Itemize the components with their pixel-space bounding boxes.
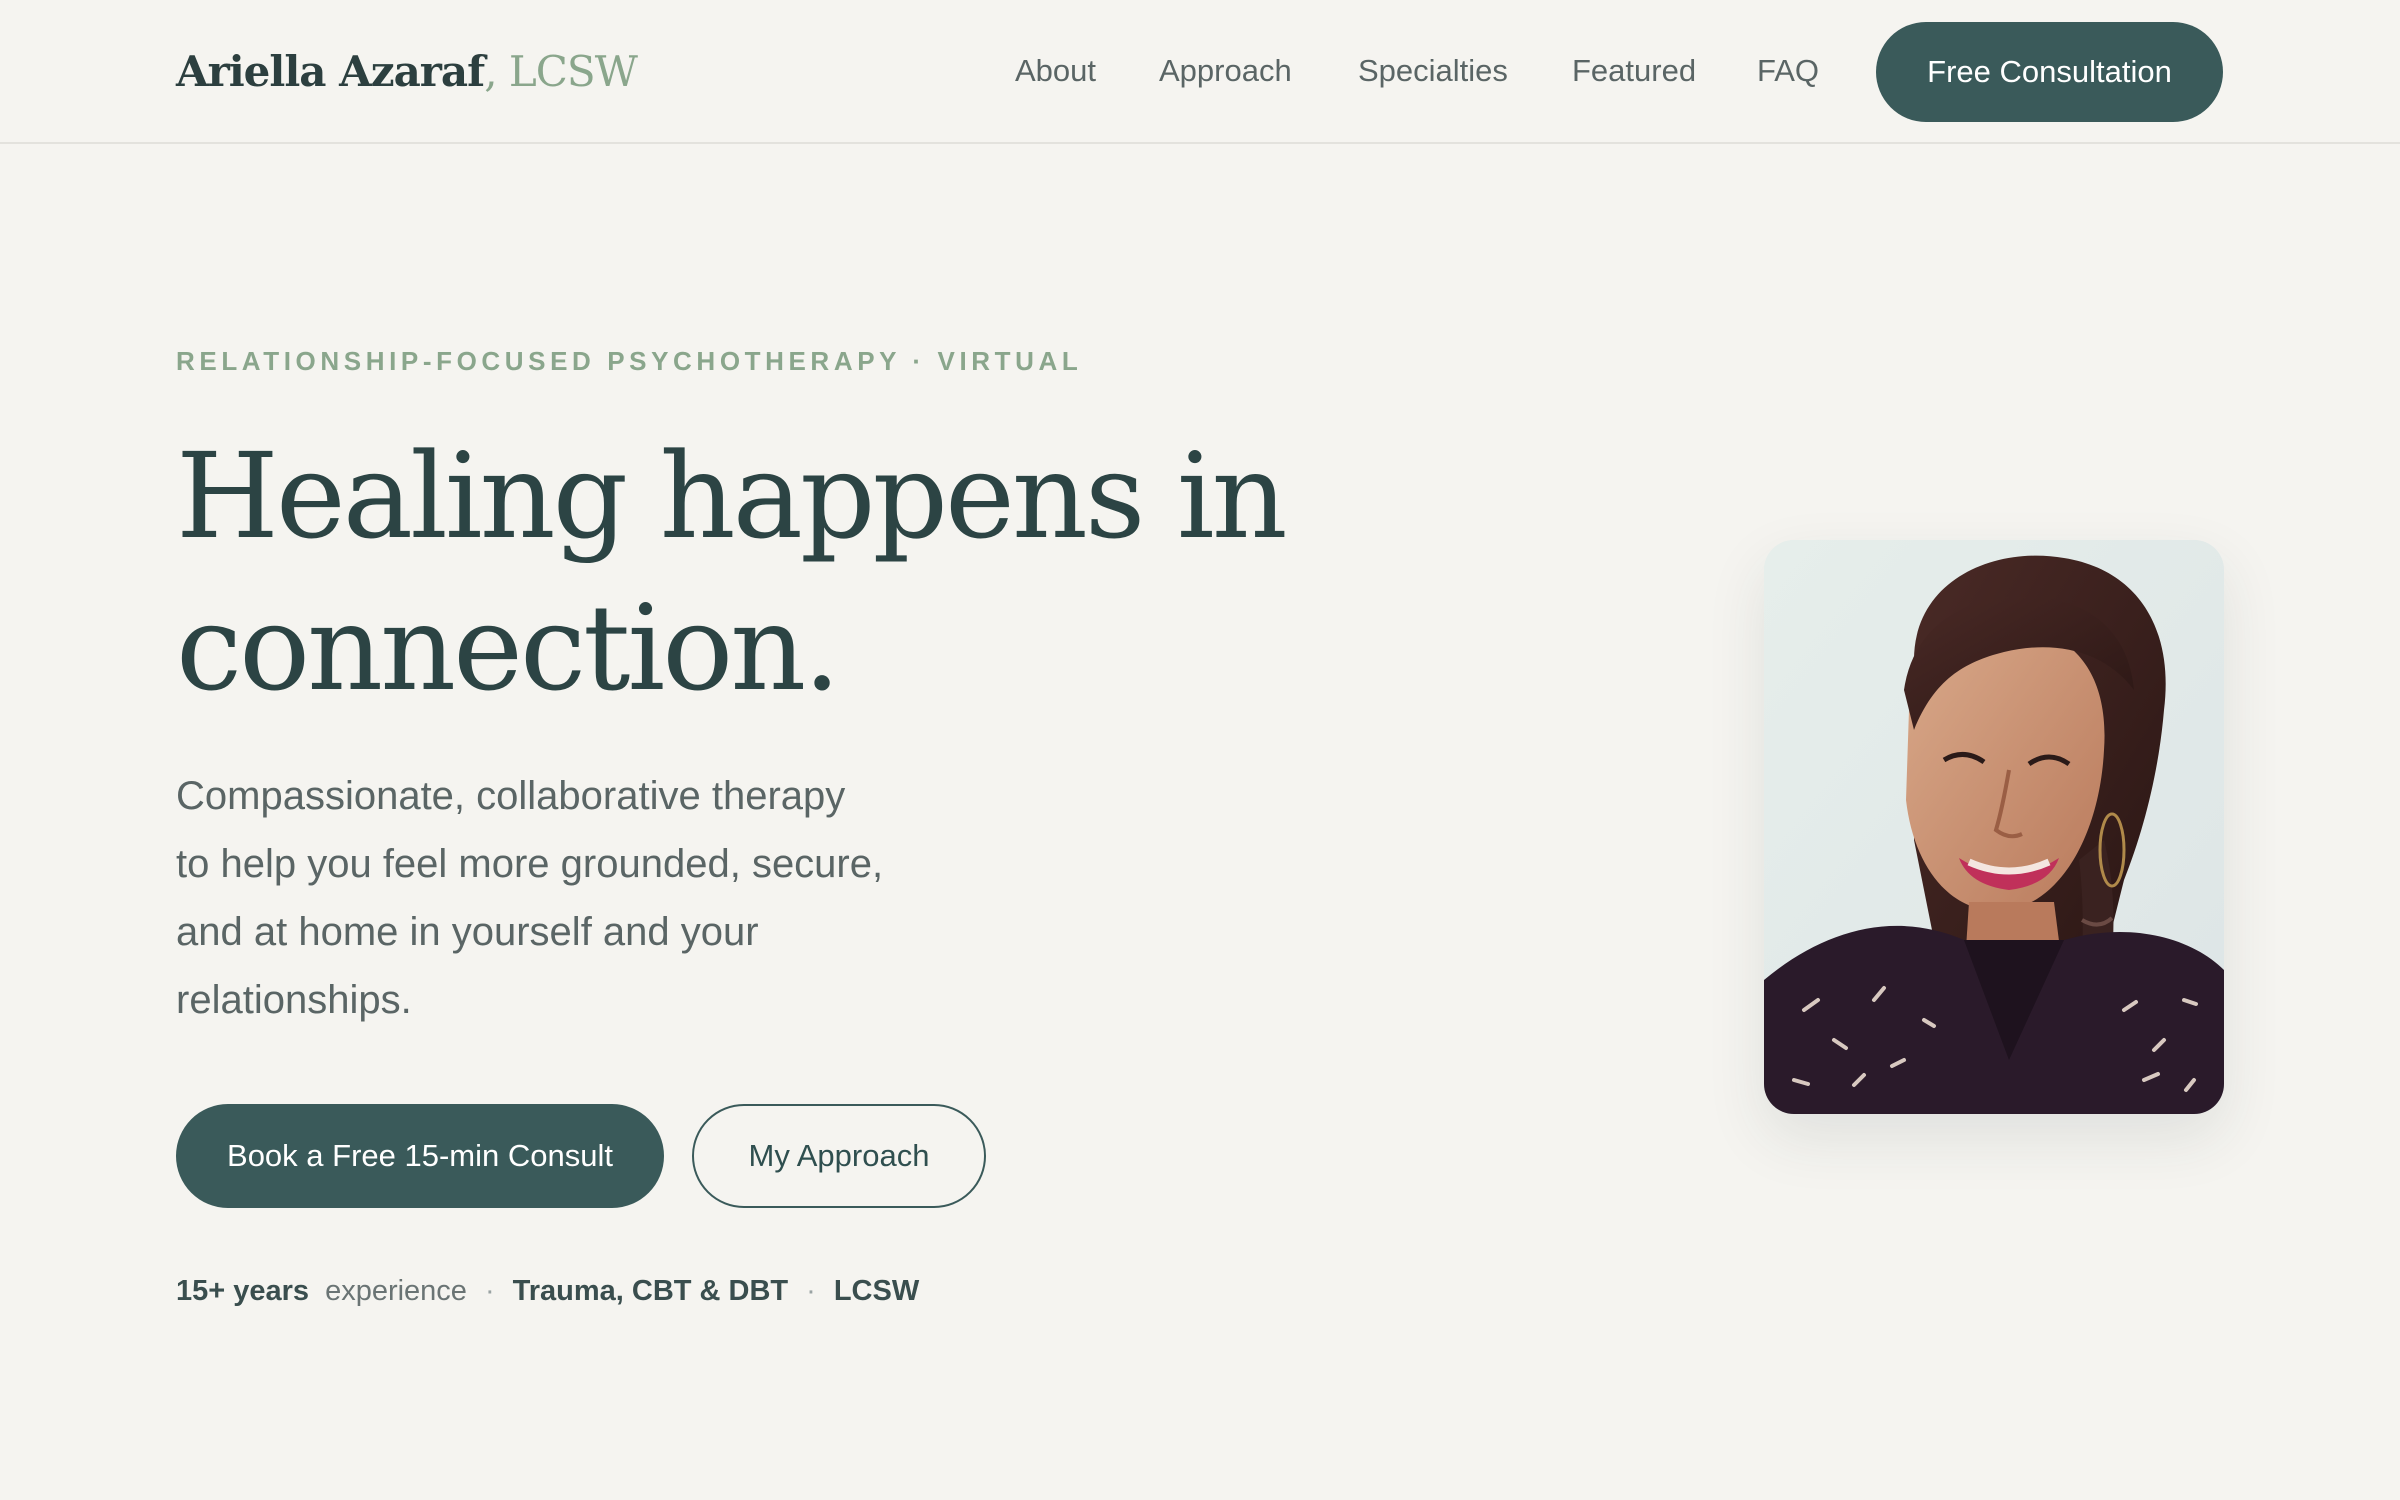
free-consultation-button[interactable]: Free Consultation bbox=[1876, 22, 2223, 122]
my-approach-button[interactable]: My Approach bbox=[692, 1104, 986, 1208]
nav-about[interactable]: About bbox=[1015, 50, 1096, 92]
credential-license: LCSW bbox=[833, 1275, 920, 1307]
portrait-illustration bbox=[1764, 540, 2224, 1114]
therapist-portrait bbox=[1764, 540, 2224, 1114]
nav-featured[interactable]: Featured bbox=[1572, 50, 1696, 92]
book-consult-button[interactable]: Book a Free 15-min Consult bbox=[176, 1104, 664, 1208]
site-header: Ariella Azaraf, LCSW About Approach Spec… bbox=[0, 0, 2400, 144]
hero-description-line-2: to help you feel more grounded, secure, bbox=[176, 842, 884, 886]
credential-separator: · bbox=[806, 1275, 816, 1307]
nav-approach[interactable]: Approach bbox=[1159, 50, 1292, 92]
nav-faq[interactable]: FAQ bbox=[1757, 50, 1819, 92]
credential-separator: · bbox=[484, 1275, 495, 1307]
hero-description-line-3: and at home in yourself and your bbox=[176, 910, 759, 954]
credential-years: 15+ years bbox=[176, 1275, 310, 1307]
hero-eyebrow: RELATIONSHIP-FOCUSED PSYCHOTHERAPY · VIR… bbox=[176, 346, 1083, 376]
credential-specialty: Trauma, CBT & DBT bbox=[512, 1275, 789, 1307]
hero-description: Compassionate, collaborative therapy to … bbox=[176, 762, 976, 1034]
nav-specialties[interactable]: Specialties bbox=[1358, 50, 1508, 92]
hero-title-line-1: Healing happens in bbox=[176, 427, 1288, 565]
credential-years-label: experience bbox=[325, 1275, 467, 1307]
hero-title-line-2: connection. bbox=[176, 579, 841, 717]
hero-description-line-4: relationships. bbox=[176, 978, 412, 1022]
hero-title: Healing happens in connection. bbox=[176, 420, 1376, 724]
hero-description-line-1: Compassionate, collaborative therapy bbox=[176, 774, 846, 818]
credentials-row: 15+ years experience · Trauma, CBT & DBT · LC… bbox=[176, 1270, 919, 1312]
